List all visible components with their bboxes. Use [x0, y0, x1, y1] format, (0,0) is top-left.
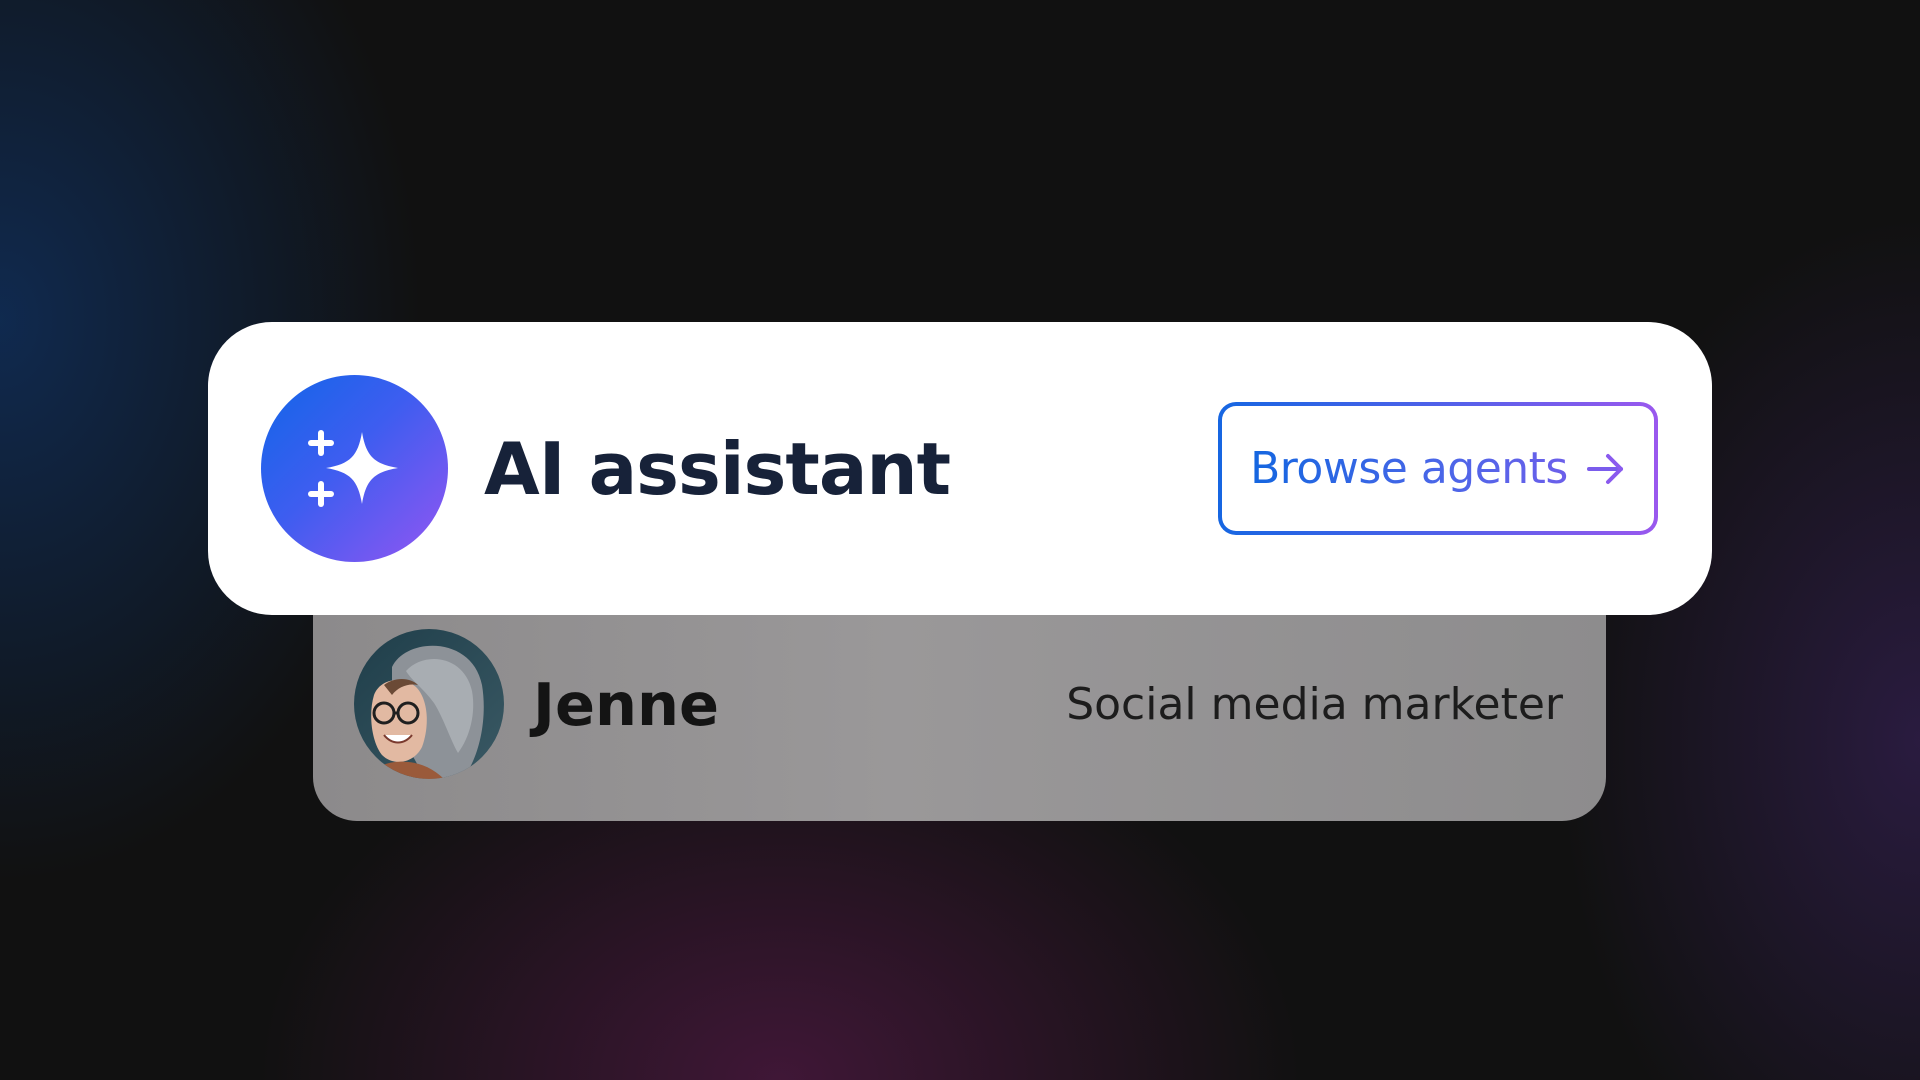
- avatar-image: [354, 629, 504, 779]
- agent-role: Social media marketer: [1066, 678, 1563, 730]
- agent-list-item[interactable]: Jenne Social media marketer: [313, 590, 1606, 821]
- assistant-widget: Jenne Social media marketer AI assistant…: [0, 0, 1920, 1080]
- arrow-right-icon: [1586, 452, 1626, 486]
- browse-agents-button[interactable]: Browse agents: [1218, 402, 1658, 535]
- agent-name: Jenne: [533, 669, 719, 739]
- page-title: AI assistant: [484, 426, 951, 511]
- agent-row-content: Jenne Social media marketer: [354, 629, 1563, 779]
- browse-agents-label: Browse agents: [1250, 443, 1568, 494]
- avatar: [354, 629, 504, 779]
- browse-agents-button-inner: Browse agents: [1222, 406, 1654, 531]
- assistant-card: AI assistant Browse agents: [208, 322, 1712, 615]
- sparkle-icon: [261, 375, 448, 562]
- sparkle-icon-glyph: [307, 429, 398, 507]
